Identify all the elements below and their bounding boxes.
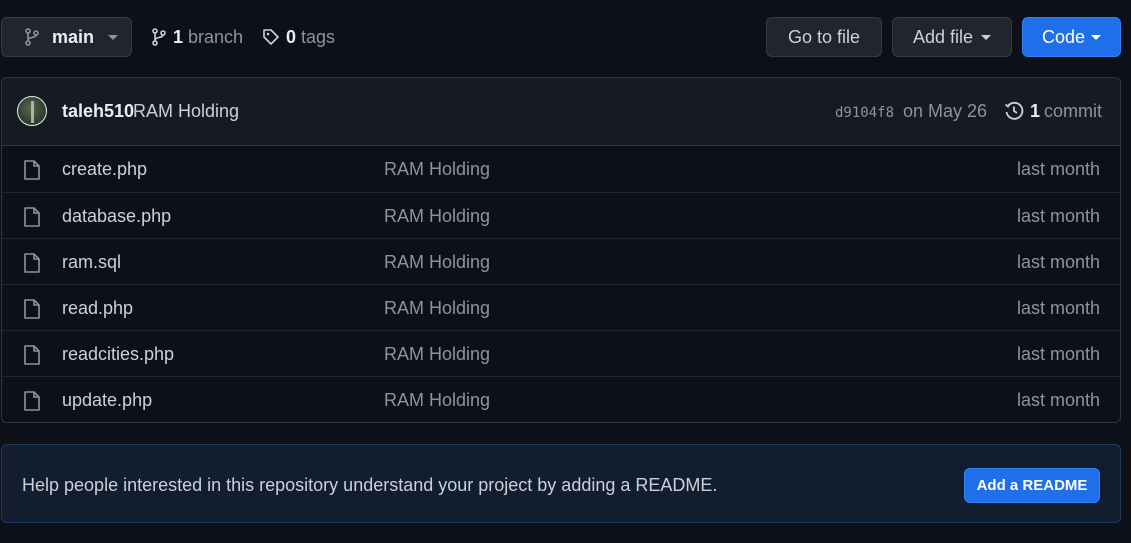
commit-sha[interactable]: d9104f8 [835,105,894,121]
file-age: last month [1016,298,1100,318]
tag-count-label: tags [301,26,336,47]
chevron-down-icon [981,34,992,40]
commit-date: on May 26 [903,101,988,121]
go-to-file-button[interactable]: Go to file [766,17,882,57]
file-commit-message[interactable]: RAM Holding [384,252,490,273]
code-button[interactable]: Code [1022,17,1121,57]
file-name[interactable]: read.php [62,298,133,319]
file-icon [24,299,40,319]
chevron-down-icon [108,34,119,40]
add-file-label: Add file [912,26,974,47]
file-name[interactable]: readcities.php [62,344,174,365]
file-row[interactable]: database.php RAM Holding last month [2,192,1120,238]
commit-count: 1 [1030,100,1041,121]
file-age: last month [1016,390,1100,410]
file-row[interactable]: create.php RAM Holding last month [2,146,1120,192]
file-commit-message[interactable]: RAM Holding [384,159,490,180]
commit-count-label: commit [1044,100,1103,121]
file-row[interactable]: read.php RAM Holding last month [2,284,1120,330]
tag-count: 0 [286,26,297,47]
file-name[interactable]: database.php [62,206,171,227]
file-age: last month [1016,344,1100,364]
tag-icon [263,29,279,45]
branch-count: 1 [173,26,184,47]
chevron-down-icon [1091,34,1102,40]
avatar[interactable] [17,96,47,126]
latest-commit-bar: taleh510 RAM Holding d9104f8 on May 26 1… [2,78,1120,146]
file-icon [24,345,40,365]
tags-link[interactable]: 0 tags [262,26,335,48]
file-list: create.php RAM Holding last month databa… [2,146,1120,422]
file-commit-message[interactable]: RAM Holding [384,206,490,227]
file-commit-message[interactable]: RAM Holding [384,298,490,319]
file-name[interactable]: ram.sql [62,252,121,273]
file-icon [24,207,40,227]
file-icon [24,160,40,180]
branch-count-label: branch [188,26,244,47]
commit-history-link[interactable]: 1 commit [1004,99,1102,123]
commit-author[interactable]: taleh510 [62,101,134,122]
file-row[interactable]: readcities.php RAM Holding last month [2,330,1120,376]
readme-prompt-text: Help people interested in this repositor… [22,475,718,495]
add-readme-button[interactable]: Add a README [964,468,1100,503]
file-name[interactable]: create.php [62,159,147,180]
file-age: last month [1016,159,1100,179]
file-commit-message[interactable]: RAM Holding [384,344,490,365]
git-branch-icon [25,28,39,46]
git-branch-icon [152,28,166,46]
file-age: last month [1016,252,1100,272]
commit-message[interactable]: RAM Holding [133,101,239,122]
add-file-button[interactable]: Add file [892,17,1012,57]
readme-prompt-banner: Help people interested in this repositor… [1,444,1121,523]
file-browser: taleh510 RAM Holding d9104f8 on May 26 1… [1,77,1121,423]
history-icon [1004,101,1024,120]
file-row[interactable]: update.php RAM Holding last month [2,376,1120,422]
repo-toolbar: main 1 branch 0 tags Go to file Add file… [0,0,1131,77]
file-row[interactable]: ram.sql RAM Holding last month [2,238,1120,284]
file-icon [24,253,40,273]
branches-link[interactable]: 1 branch [151,26,243,48]
branch-selector-button[interactable]: main [1,17,132,57]
file-icon [24,391,40,411]
file-name[interactable]: update.php [62,390,152,411]
file-age: last month [1016,206,1100,226]
file-commit-message[interactable]: RAM Holding [384,390,490,411]
go-to-file-label: Go to file [787,26,861,47]
code-label: Code [1041,26,1086,47]
branch-name: main [52,26,95,47]
